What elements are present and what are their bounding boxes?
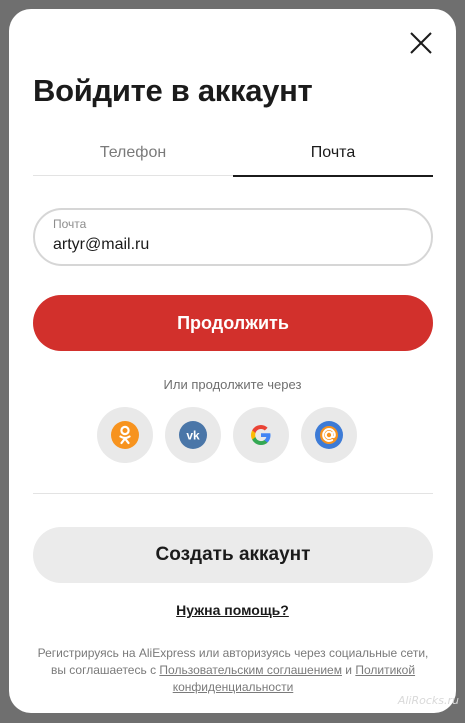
- google-button[interactable]: [233, 407, 289, 463]
- vk-button[interactable]: vk: [165, 407, 221, 463]
- mailru-icon: [315, 421, 343, 449]
- help-link[interactable]: Нужна помощь?: [9, 602, 456, 618]
- social-login-buttons: vk: [97, 407, 357, 463]
- odnoklassniki-button[interactable]: [97, 407, 153, 463]
- divider: [33, 493, 433, 494]
- watermark: AliRocks.ru: [397, 694, 459, 707]
- email-field[interactable]: Почта: [33, 208, 433, 266]
- legal-notice: Регистрируясь на AliExpress или авторизу…: [37, 645, 429, 696]
- google-icon: [251, 425, 271, 445]
- terms-link[interactable]: Пользовательским соглашением: [159, 663, 342, 677]
- tab-email[interactable]: Почта: [233, 135, 433, 177]
- mailru-button[interactable]: [301, 407, 357, 463]
- svg-text:vk: vk: [186, 429, 200, 443]
- email-input[interactable]: [51, 234, 415, 256]
- social-login-heading: Или продолжите через: [163, 377, 302, 392]
- vk-icon: vk: [179, 421, 207, 449]
- email-field-label: Почта: [53, 217, 87, 231]
- close-button[interactable]: [407, 29, 435, 57]
- page-title: Войдите в аккаунт: [33, 73, 313, 108]
- odnoklassniki-icon: [111, 421, 139, 449]
- legal-text-and: и: [341, 663, 356, 677]
- create-account-button[interactable]: Создать аккаунт: [33, 527, 433, 583]
- login-tabs: Телефон Почта: [33, 135, 433, 177]
- close-icon: [410, 32, 432, 54]
- login-modal: Войдите в аккаунт Телефон Почта Почта Пр…: [9, 9, 456, 713]
- continue-button[interactable]: Продолжить: [33, 295, 433, 351]
- tab-phone[interactable]: Телефон: [33, 135, 233, 176]
